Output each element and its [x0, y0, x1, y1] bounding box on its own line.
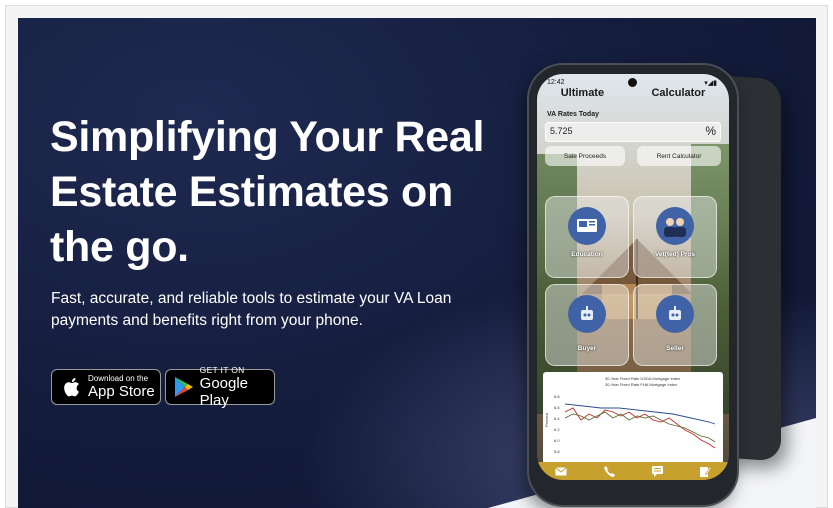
mortgage-index-chart: 30-Year Fixed Rate USDA Mortgage Index 3…: [543, 372, 723, 464]
education-tile[interactable]: Education: [545, 196, 629, 278]
vetted-pros-label: Vet(ted) Pros: [654, 251, 696, 258]
hero-subtext: Fast, accurate, and reliable tools to es…: [51, 290, 452, 329]
chart-tick: 6.0: [554, 438, 560, 443]
robot-icon: [568, 295, 606, 333]
app-store-badge[interactable]: Download on the App Store: [51, 369, 161, 405]
bottom-nav-bar: [537, 462, 729, 480]
vetted-pros-tile[interactable]: Vet(ted) Pros: [633, 196, 717, 278]
google-play-big-text: Google Play: [199, 374, 249, 409]
mail-icon[interactable]: [554, 465, 568, 477]
mortgage-chart-svg: 30-Year Fixed Rate USDA Mortgage Index 3…: [544, 376, 716, 454]
app-store-small-text: Download on the: [88, 374, 149, 383]
people-icon: [656, 207, 694, 245]
chart-series-red: [564, 407, 716, 449]
buyer-label: Buyer: [577, 345, 597, 352]
google-play-small-text: GET IT ON: [199, 364, 245, 375]
rate-unit: %: [705, 124, 716, 138]
education-label: Education: [571, 251, 603, 258]
rate-input[interactable]: 5.725 %: [545, 122, 721, 142]
chart-tick: 6.4: [554, 416, 560, 421]
phone-icon[interactable]: [602, 465, 616, 477]
rate-value: 5.725: [550, 126, 573, 136]
chat-icon[interactable]: [650, 465, 664, 477]
app-store-big-text: App Store: [88, 383, 155, 400]
seller-label: Seller: [666, 345, 684, 352]
google-play-badge[interactable]: GET IT ON Google Play: [165, 364, 275, 409]
chart-y-label: Percent: [544, 412, 549, 427]
chart-legend-1: 30-Year Fixed Rate USDA Mortgage Index: [605, 376, 680, 381]
edit-icon[interactable]: [698, 465, 712, 477]
chart-tick: 6.8: [554, 394, 560, 399]
hero-headline: Simplifying Your Real Estate Estimates o…: [50, 113, 485, 271]
google-play-icon: [172, 374, 196, 400]
chart-tick: 5.8: [554, 449, 560, 454]
rent-calculator-button[interactable]: Rent Calculator: [637, 146, 721, 166]
chart-legend-2: 30-Year Fixed Rate FHA Mortgage Index: [605, 382, 677, 387]
sale-proceeds-button[interactable]: Sale Proceeds: [545, 146, 625, 166]
education-icon: [568, 207, 606, 245]
robot-icon: [656, 295, 694, 333]
app-title-right: Calculator: [651, 87, 706, 99]
phone-screen: 12:42 ▾◢▮ Ultimate Calculator VA Rates T…: [537, 74, 729, 480]
app-title-left: Ultimate: [560, 87, 605, 99]
chart-series-green: [564, 411, 716, 443]
seller-tile[interactable]: Seller: [633, 284, 717, 366]
chart-tick: 6.6: [554, 405, 560, 410]
app-title: Ultimate Calculator: [537, 87, 729, 99]
chart-tick: 6.2: [554, 427, 560, 432]
hero-section: Simplifying Your Real Estate Estimates o…: [18, 18, 816, 508]
va-rates-label: VA Rates Today: [547, 111, 599, 118]
buyer-tile[interactable]: Buyer: [545, 284, 629, 366]
apple-icon: [58, 374, 84, 400]
chart-series-blue: [564, 403, 716, 425]
front-camera: [628, 78, 637, 87]
